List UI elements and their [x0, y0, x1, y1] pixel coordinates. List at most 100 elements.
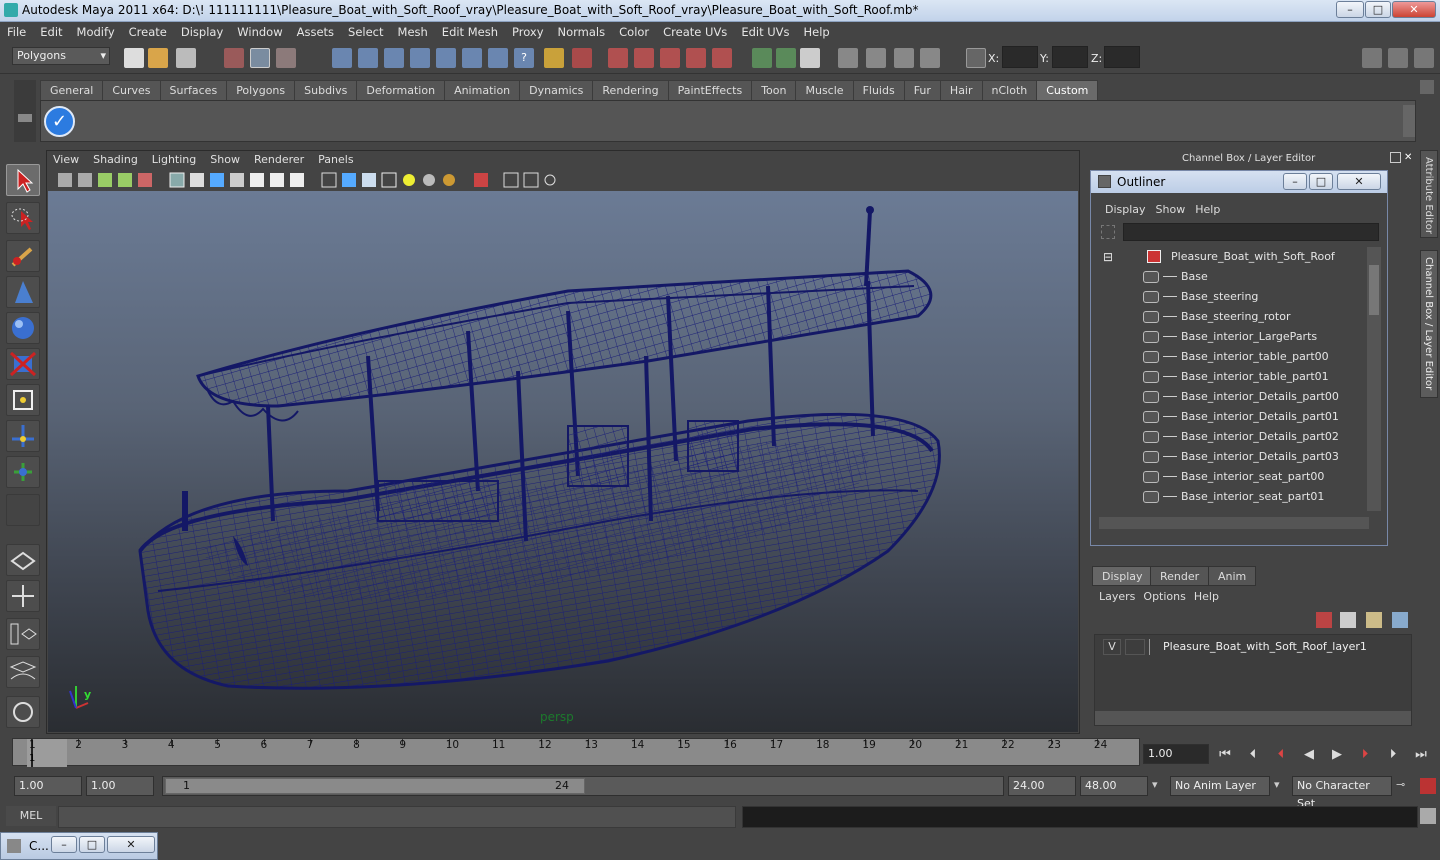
wireframe-on-shaded-icon[interactable]: [362, 173, 376, 187]
move-layer-up-icon[interactable]: [1316, 612, 1332, 628]
snap-grid-icon[interactable]: [332, 48, 352, 68]
outliner-item[interactable]: Base_steering: [1095, 287, 1363, 307]
end-time-field[interactable]: 48.00: [1080, 776, 1148, 796]
snap-curve-icon[interactable]: [358, 48, 378, 68]
shelf-tab-polygons[interactable]: Polygons: [226, 80, 296, 100]
four-view-layout-icon[interactable]: [6, 580, 40, 612]
perspective-viewport[interactable]: y persp: [48, 191, 1078, 732]
camera-bookmark-icon[interactable]: [78, 173, 92, 187]
sculpt-tool-icon[interactable]: [6, 276, 40, 308]
shelf-tab-toon[interactable]: Toon: [751, 80, 797, 100]
menu-proxy[interactable]: Proxy: [505, 22, 551, 42]
step-forward-key-icon[interactable]: ⏵: [1384, 746, 1402, 764]
image-plane-icon[interactable]: [98, 173, 112, 187]
isolate-select-icon[interactable]: [474, 173, 488, 187]
minimize-button[interactable]: –: [1336, 1, 1364, 18]
render-view-icon[interactable]: [634, 48, 654, 68]
textured-icon[interactable]: [381, 172, 397, 188]
open-scene-icon[interactable]: [148, 48, 168, 68]
outliner-item[interactable]: Base_interior_table_part00: [1095, 347, 1363, 367]
xray-icon[interactable]: [503, 172, 519, 188]
safe-action-icon[interactable]: [270, 173, 284, 187]
shelf-tab-muscle[interactable]: Muscle: [795, 80, 854, 100]
step-forward-frame-icon[interactable]: ⏵: [1356, 746, 1374, 764]
shelf-trash-icon[interactable]: [1420, 80, 1434, 94]
character-set-select[interactable]: No Character Set: [1292, 776, 1392, 810]
lock-icon[interactable]: [544, 48, 564, 68]
new-layer-selected-icon[interactable]: [1392, 612, 1408, 628]
menu-color[interactable]: Color: [612, 22, 656, 42]
paste-icon[interactable]: [800, 48, 820, 68]
select-object-icon[interactable]: [250, 48, 270, 68]
go-to-start-icon[interactable]: ⏮: [1216, 746, 1234, 764]
grease-pencil-icon[interactable]: [138, 173, 152, 187]
shelf-tab-fluids[interactable]: Fluids: [852, 80, 905, 100]
make-live-icon[interactable]: [436, 48, 456, 68]
paint-select-tool-icon[interactable]: [6, 240, 40, 272]
camera-attributes-icon[interactable]: [58, 173, 72, 187]
menu-window[interactable]: Window: [230, 22, 289, 42]
outliner-search-input[interactable]: [1123, 223, 1379, 241]
ipr-render-icon[interactable]: [686, 48, 706, 68]
outliner-item[interactable]: Base_interior_Details_part03: [1095, 447, 1363, 467]
range-slider-bar[interactable]: [165, 778, 585, 794]
manipulator-tool-icon[interactable]: [6, 420, 40, 452]
attribute-editor-side-tab[interactable]: Attribute Editor: [1420, 150, 1438, 238]
viewport-menu-renderer[interactable]: Renderer: [247, 152, 311, 168]
default-light-icon[interactable]: [403, 174, 415, 186]
menu-create-uvs[interactable]: Create UVs: [656, 22, 734, 42]
show-attr-icon[interactable]: [838, 48, 858, 68]
single-perspective-layout-icon[interactable]: [6, 544, 40, 576]
save-scene-icon[interactable]: [176, 48, 196, 68]
output-ops-icon[interactable]: [488, 48, 508, 68]
hypershade-layout-icon[interactable]: [6, 696, 40, 728]
tool-settings-icon[interactable]: [1388, 48, 1408, 68]
start-time-field[interactable]: 1.00: [14, 776, 82, 796]
filter-icon[interactable]: [1101, 225, 1115, 239]
show-channel-box-icon[interactable]: [894, 48, 914, 68]
outliner-menu-show[interactable]: Show: [1156, 203, 1196, 216]
mel-command-input[interactable]: [58, 806, 736, 828]
outliner-item[interactable]: Base_interior_seat_part01: [1095, 487, 1363, 507]
all-lights-icon[interactable]: [423, 174, 435, 186]
new-layer-icon[interactable]: [1366, 612, 1382, 628]
layer-menu-layers[interactable]: Layers: [1099, 590, 1143, 603]
mel-label[interactable]: MEL: [6, 806, 56, 826]
select-highlight-icon[interactable]: [572, 48, 592, 68]
checkmark-shelf-icon[interactable]: ✓: [44, 106, 75, 137]
menu-assets[interactable]: Assets: [290, 22, 341, 42]
menu-set-select[interactable]: Polygons ▾: [12, 47, 110, 65]
layer-visibility-toggle[interactable]: V: [1103, 639, 1121, 655]
menu-select[interactable]: Select: [341, 22, 390, 42]
panel-close-icon[interactable]: ✕: [1404, 152, 1416, 164]
auto-key-icon[interactable]: [1420, 778, 1436, 794]
shelf-tab-subdivs[interactable]: Subdivs: [294, 80, 358, 100]
transform-mode-icon[interactable]: [966, 48, 986, 68]
range-slider[interactable]: 1 24: [162, 776, 1004, 796]
outliner-horizontal-scrollbar[interactable]: [1099, 517, 1369, 529]
scale-tool-icon[interactable]: [6, 384, 40, 416]
shelf-handle[interactable]: [14, 80, 36, 142]
outliner-item[interactable]: Base_interior_Details_part01: [1095, 407, 1363, 427]
show-tool-settings-icon[interactable]: [866, 48, 886, 68]
playback-start-field[interactable]: 1.00: [86, 776, 154, 796]
go-to-end-icon[interactable]: ⏭: [1412, 746, 1430, 764]
outliner-item[interactable]: Base_interior_LargeParts: [1095, 327, 1363, 347]
show-layer-icon[interactable]: [920, 48, 940, 68]
minimized-close-button[interactable]: ✕: [107, 836, 155, 853]
smooth-shading-icon[interactable]: [342, 173, 356, 187]
shelf-tab-curves[interactable]: Curves: [102, 80, 161, 100]
layer-tab-anim[interactable]: Anim: [1208, 566, 1257, 586]
gate-mask-icon[interactable]: [230, 173, 244, 187]
snap-point-icon[interactable]: [384, 48, 404, 68]
layer-menu-help[interactable]: Help: [1194, 590, 1219, 603]
input-line-icon[interactable]: [752, 48, 772, 68]
layer-tab-render[interactable]: Render: [1150, 566, 1210, 586]
outliner-maximize-button[interactable]: □: [1309, 173, 1333, 190]
soft-modification-tool-icon[interactable]: [6, 456, 40, 488]
play-forward-icon[interactable]: ▶: [1328, 746, 1346, 764]
shelf-tab-ncloth[interactable]: nCloth: [981, 80, 1038, 100]
outliner-layout-icon[interactable]: [6, 618, 40, 650]
minimized-window[interactable]: C... – □ ✕: [0, 832, 158, 860]
shelf-tab-general[interactable]: General: [40, 80, 104, 100]
